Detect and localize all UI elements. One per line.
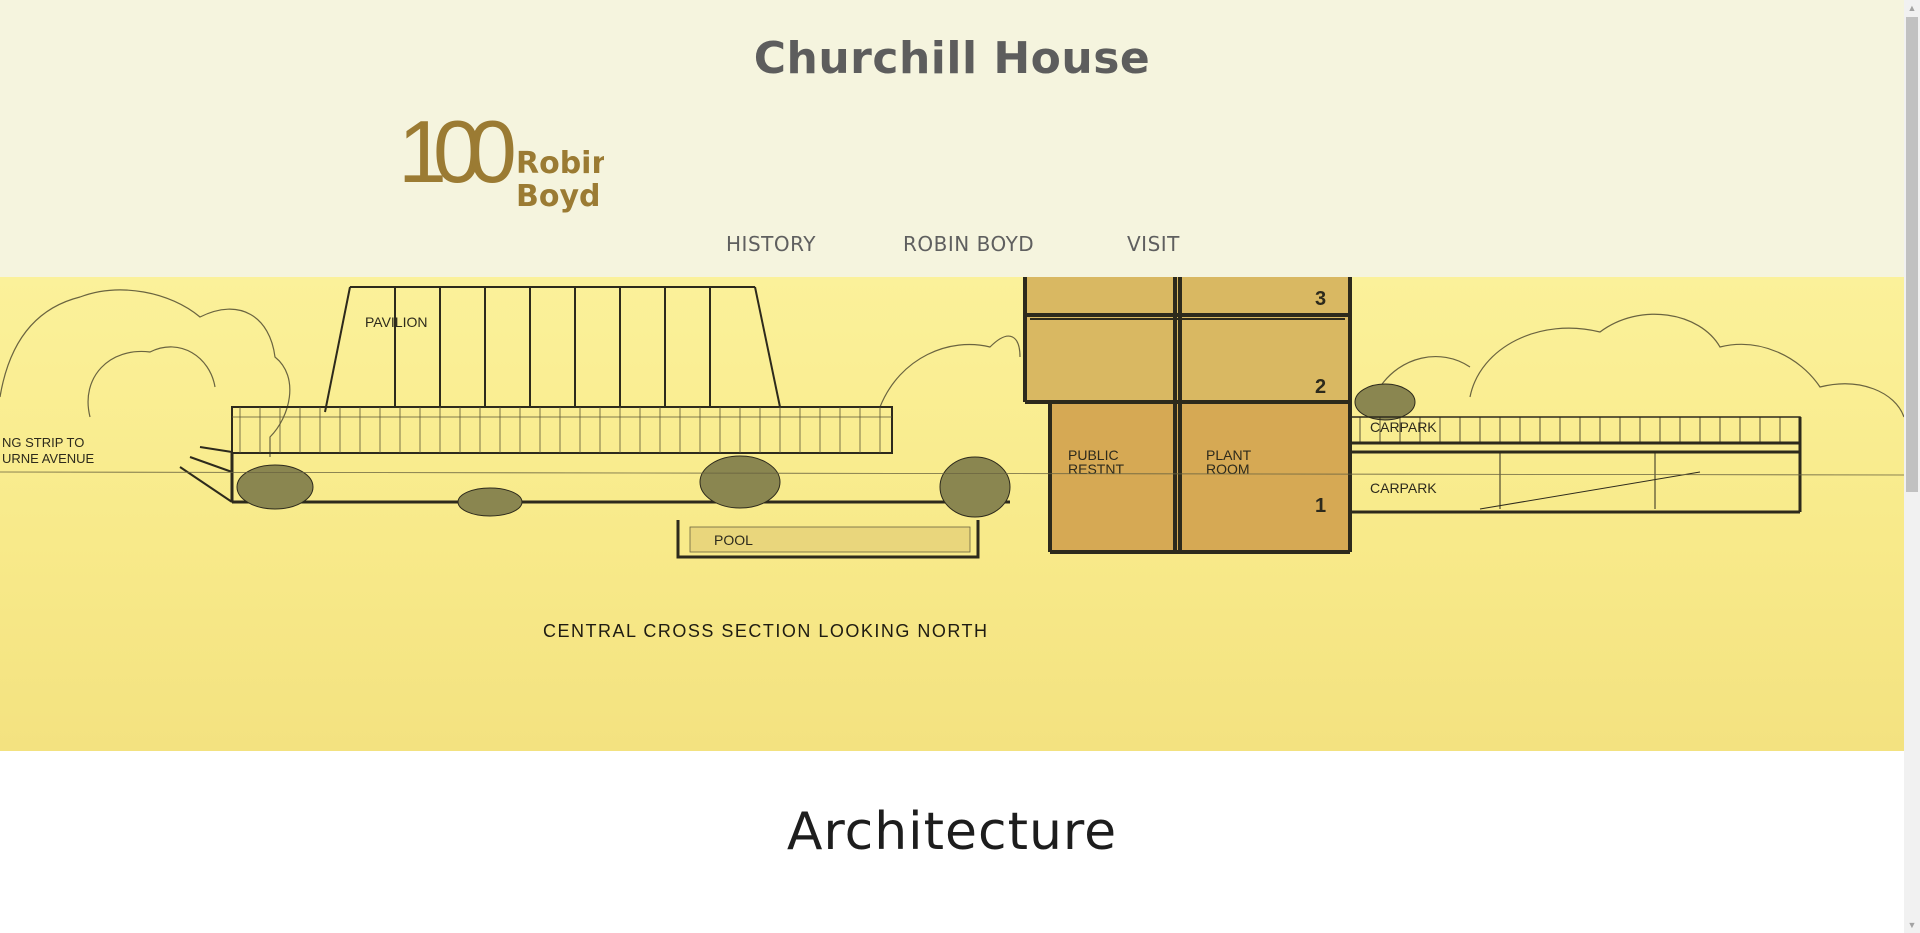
page-scrollbar[interactable]: ▲ ▼ — [1904, 0, 1920, 933]
site-title[interactable]: Churchill House — [0, 33, 1904, 84]
site-header: Churchill House 100 Robin Boyd HISTORY R… — [0, 0, 1904, 277]
logo-name-line1: Robin — [516, 146, 604, 181]
cross-section-drawing: PAVILION NG STRIP TO URNE AVENUE POOL 3 … — [0, 277, 1904, 641]
scrollbar-thumb[interactable] — [1906, 17, 1918, 492]
triangle-up-icon[interactable]: ▲ — [1904, 0, 1920, 16]
drawing-caption: CENTRAL CROSS SECTION LOOKING NORTH — [543, 621, 989, 641]
logo-number: 100 — [398, 110, 514, 201]
strip-label-line2: URNE AVENUE — [2, 451, 95, 466]
level-2-label: 2 — [1315, 376, 1326, 398]
public-label-line2: RESTNT — [1068, 461, 1124, 477]
level-1-label: 1 — [1315, 495, 1326, 517]
nav-item-history[interactable]: HISTORY — [726, 232, 816, 256]
nav-item-robin-boyd[interactable]: ROBIN BOYD — [903, 232, 1034, 256]
logo-name-line2: Boyd — [516, 179, 601, 214]
main-building-section — [1023, 277, 1352, 554]
plant-label-line2: ROOM — [1206, 461, 1250, 477]
level-3-label: 3 — [1315, 288, 1326, 310]
carpark-lower-label: CARPARK — [1370, 480, 1437, 496]
logo-graphic: 100 Robin Boyd — [398, 102, 613, 214]
hero-architectural-drawing: PAVILION NG STRIP TO URNE AVENUE POOL 3 … — [0, 277, 1904, 751]
robin-boyd-100-logo[interactable]: 100 Robin Boyd — [398, 102, 613, 214]
section-heading-architecture: Architecture — [786, 802, 1118, 862]
main-nav: HISTORY ROBIN BOYD VISIT — [0, 232, 1904, 262]
pool-label: POOL — [714, 532, 753, 548]
strip-label-line1: NG STRIP TO — [2, 435, 84, 450]
pavilion-label: PAVILION — [365, 314, 428, 330]
pavilion — [324, 286, 781, 413]
carpark-upper-label: CARPARK — [1370, 419, 1437, 435]
triangle-down-icon[interactable]: ▼ — [1904, 917, 1920, 933]
nav-item-visit[interactable]: VISIT — [1127, 232, 1180, 256]
tree-outlines — [0, 289, 1904, 457]
